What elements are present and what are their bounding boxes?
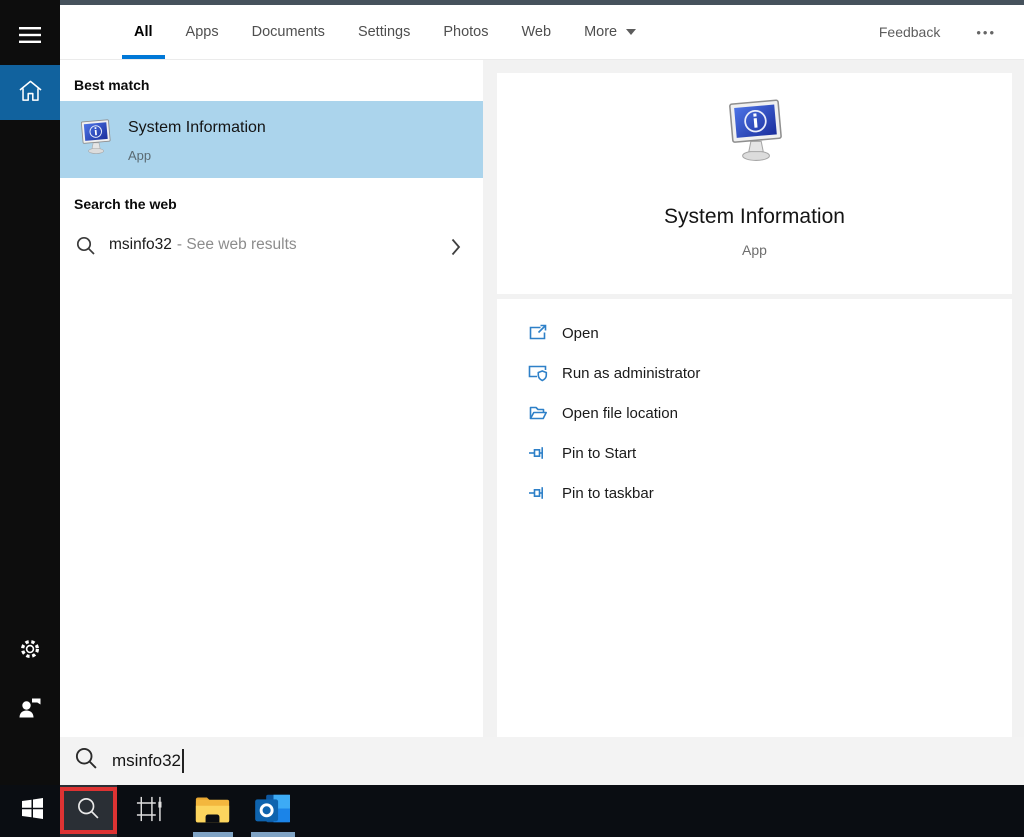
detail-panel-top: System Information App [497,73,1012,294]
web-query: msinfo32 [109,236,172,253]
tab-more-label: More [584,24,618,40]
web-search-result[interactable]: msinfo32- See web results [60,225,483,269]
best-match-header: Best match [74,77,150,93]
file-explorer-button[interactable] [188,785,236,837]
feedback-link[interactable]: Feedback [879,24,940,40]
action-pin-to-taskbar[interactable]: Pin to taskbar [497,473,1012,513]
tab-documents-label: Documents [251,24,325,40]
feedback-button[interactable] [0,684,60,734]
home-button[interactable] [0,65,60,120]
pin-icon [528,443,548,463]
action-run-as-administrator-label: Run as administrator [562,364,701,382]
more-options-icon[interactable]: ••• [976,25,996,40]
hamburger-menu-icon [19,26,41,48]
system-information-icon [722,99,788,166]
tab-web-label: Web [521,24,552,40]
web-result-text: msinfo32- See web results [109,236,297,254]
settings-button[interactable] [0,626,60,676]
detail-type: App [742,242,767,258]
action-open-file-location[interactable]: Open file location [497,393,1012,433]
tab-settings[interactable]: Settings [346,5,422,59]
settings-gear-icon [18,637,42,666]
action-pin-to-start[interactable]: Pin to Start [497,433,1012,473]
tab-photos-label: Photos [443,24,489,40]
task-view-icon [135,796,164,827]
action-pin-to-taskbar-label: Pin to taskbar [562,484,654,502]
search-icon [75,747,98,775]
task-view-button[interactable] [125,785,173,837]
tab-all[interactable]: All [122,5,165,59]
action-run-as-administrator[interactable]: Run as administrator [497,353,1012,393]
windows-start-icon [21,798,43,824]
action-open-file-location-label: Open file location [562,404,678,422]
tab-apps-label: Apps [185,24,219,40]
search-flyout-sidebar [0,0,60,785]
best-match-type: App [128,148,152,163]
action-open[interactable]: Open [497,313,1012,353]
chevron-down-icon [626,29,637,35]
system-information-icon [77,119,114,159]
web-suffix: - See web results [176,236,297,253]
tab-apps[interactable]: Apps [174,5,231,59]
outlook-icon [254,792,292,830]
detail-title: System Information [664,205,845,228]
chevron-right-icon[interactable] [451,238,461,261]
open-launch-icon [528,323,548,343]
running-indicator [251,832,295,837]
action-open-label: Open [562,324,599,342]
tab-web[interactable]: Web [510,5,564,59]
tab-more[interactable]: More [572,5,648,59]
text-cursor [181,749,184,773]
search-web-header: Search the web [74,196,177,212]
feedback-person-icon [17,695,43,724]
filter-tabs: All Apps Documents Settings Photos Web M… [60,5,657,59]
action-pin-to-start-label: Pin to Start [562,444,637,462]
search-filter-header: All Apps Documents Settings Photos Web M… [60,5,1024,60]
pin-icon [528,483,548,503]
header-right: Feedback ••• [879,5,1024,59]
tab-settings-label: Settings [357,24,411,40]
search-input-value: msinfo32 [112,751,181,770]
home-icon [18,79,43,107]
results-panel: Best match System Information App Search… [60,60,483,737]
taskbar [0,785,1024,837]
search-icon [76,236,96,261]
best-match-title: System Information [128,119,266,136]
running-indicator [193,832,233,837]
tab-documents[interactable]: Documents [240,5,337,59]
detail-panel-actions: Open Run as administrator Open file loca… [497,299,1012,737]
search-input[interactable]: msinfo32 [60,737,1024,785]
hamburger-menu-button[interactable] [0,12,60,62]
tab-photos[interactable]: Photos [431,5,500,59]
windows-search-screen: All Apps Documents Settings Photos Web M… [0,0,1024,837]
outlook-button[interactable] [249,785,297,837]
taskbar-search-button[interactable] [60,785,117,837]
admin-shield-icon [528,363,548,383]
tab-all-label: All [134,24,153,40]
file-explorer-icon [194,793,231,830]
best-match-result[interactable]: System Information App [60,101,483,178]
folder-location-icon [528,403,548,423]
start-button[interactable] [8,785,56,837]
search-icon [77,797,100,825]
